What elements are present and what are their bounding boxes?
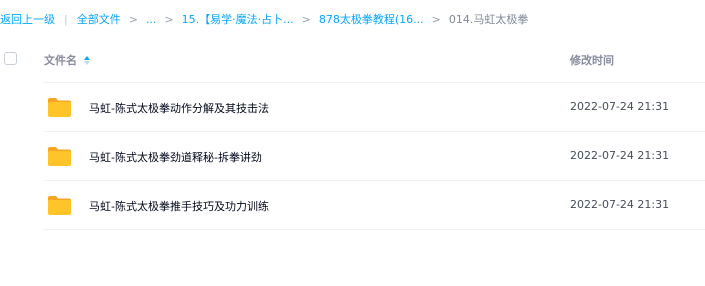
file-row[interactable]: 马虹-陈式太极拳劲道释秘-拆拳讲劲 2022-07-24 21:31: [44, 132, 705, 181]
chevron-right-icon: >: [164, 12, 174, 26]
breadcrumb-item-1[interactable]: 15.【易学·魔法·占卜...: [182, 11, 294, 27]
file-browser: 返回上一级 | 全部文件 > ... > 15.【易学·魔法·占卜... > 8…: [0, 0, 705, 286]
file-name[interactable]: 马虹-陈式太极拳推手技巧及功力训练: [89, 198, 269, 214]
select-all-checkbox[interactable]: [4, 52, 17, 65]
name-column-header[interactable]: 文件名: [44, 52, 90, 68]
folder-icon: [48, 98, 71, 117]
breadcrumb-current: 014.马虹太极拳: [448, 13, 529, 26]
name-column-label: 文件名: [44, 54, 77, 67]
file-name[interactable]: 马虹-陈式太极拳动作分解及其技击法: [89, 100, 269, 116]
folder-icon: [48, 196, 71, 215]
folder-icon: [48, 147, 71, 166]
file-name[interactable]: 马虹-陈式太极拳劲道释秘-拆拳讲劲: [89, 149, 262, 165]
modified-column-header[interactable]: 修改时间: [570, 52, 614, 68]
file-modified-time: 2022-07-24 21:31: [570, 198, 670, 211]
chevron-right-icon: >: [128, 12, 138, 26]
sort-icon[interactable]: [84, 55, 90, 65]
breadcrumb: 返回上一级 | 全部文件 > ... > 15.【易学·魔法·占卜... > 8…: [0, 10, 528, 28]
file-modified-time: 2022-07-24 21:31: [570, 149, 670, 162]
file-row[interactable]: 马虹-陈式太极拳推手技巧及功力训练 2022-07-24 21:31: [44, 181, 705, 230]
breadcrumb-divider: |: [64, 12, 68, 26]
chevron-right-icon: >: [431, 12, 441, 26]
file-list-header: 文件名 修改时间: [0, 40, 705, 83]
file-row[interactable]: 马虹-陈式太极拳动作分解及其技击法 2022-07-24 21:31: [44, 83, 705, 132]
chevron-right-icon: >: [301, 12, 311, 26]
back-link[interactable]: 返回上一级: [0, 11, 55, 27]
breadcrumb-item-2[interactable]: 878太极拳教程(16...: [319, 11, 424, 27]
breadcrumb-ellipsis[interactable]: ...: [146, 13, 157, 26]
breadcrumb-all-files[interactable]: 全部文件: [77, 11, 121, 27]
file-modified-time: 2022-07-24 21:31: [570, 100, 670, 113]
